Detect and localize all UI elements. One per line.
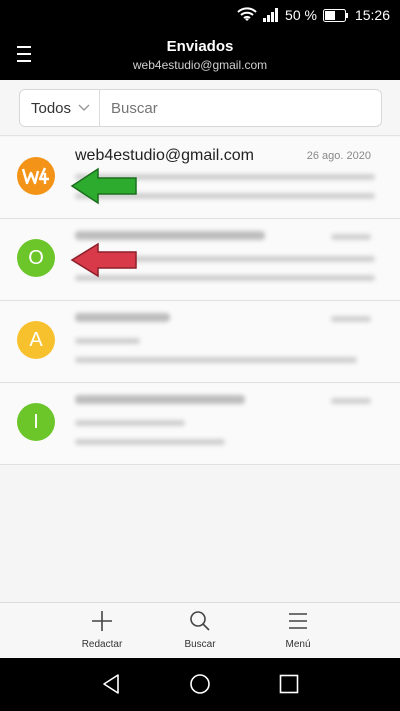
search-icon (190, 611, 210, 631)
compose-label: Redactar (81, 639, 123, 650)
list-item[interactable]: I (0, 383, 400, 465)
avatar: I (17, 403, 55, 441)
search-input[interactable] (100, 90, 381, 126)
home-icon[interactable] (189, 673, 211, 695)
clock: 15:26 (354, 7, 390, 23)
avatar: O (17, 239, 55, 277)
avatar (17, 157, 55, 195)
recent-apps-icon[interactable] (279, 673, 299, 695)
status-bar: 50 % 15:26 (0, 0, 400, 30)
hamburger-icon (289, 613, 307, 629)
avatar: A (17, 321, 55, 359)
back-icon[interactable] (100, 673, 122, 695)
blurred-date (331, 398, 371, 404)
blurred-sender (75, 231, 265, 240)
blurred-subject (75, 420, 185, 426)
battery-icon (322, 8, 349, 22)
blurred-date (331, 316, 371, 322)
compose-button[interactable]: Redactar (62, 609, 142, 650)
list-item[interactable]: O (0, 219, 400, 301)
menu-button[interactable]: Menú (258, 609, 338, 650)
folder-title: Enviados (166, 38, 234, 55)
green-arrow-annotation (70, 167, 137, 205)
blurred-preview (75, 357, 357, 363)
search-button[interactable]: Buscar (160, 609, 240, 650)
sender: web4estudio@gmail.com (75, 147, 254, 164)
menu-label: Menú (285, 639, 311, 650)
filter-label: Todos (31, 99, 72, 117)
w4-logo-icon (21, 167, 49, 185)
search-label: Buscar (184, 639, 216, 650)
battery-percent: 50 % (285, 7, 317, 23)
bottom-toolbar: Redactar Buscar Menú (0, 602, 400, 658)
search-box: Todos (19, 89, 382, 127)
blurred-subject (75, 338, 140, 344)
signal-icon (263, 8, 279, 22)
blurred-date (331, 234, 371, 240)
plus-icon (92, 611, 112, 631)
date: 26 ago. 2020 (306, 150, 371, 162)
blurred-sender (75, 395, 245, 404)
wifi-icon (237, 7, 257, 21)
account-email: web4estudio@gmail.com (132, 58, 268, 72)
filter-dropdown[interactable]: Todos (20, 90, 100, 126)
blurred-preview (75, 439, 225, 445)
app-header: Enviados web4estudio@gmail.com (0, 30, 400, 80)
list-item[interactable]: web4estudio@gmail.com 26 ago. 2020 (0, 137, 400, 219)
email-app-screen: 50 % 15:26 Enviados web4estudio@gmail.co… (0, 0, 400, 711)
android-nav-bar (0, 658, 400, 711)
chevron-down-icon (78, 104, 90, 111)
search-area: Todos (0, 80, 400, 136)
message-list: web4estudio@gmail.com 26 ago. 2020 O A I (0, 137, 400, 465)
list-item[interactable]: A (0, 301, 400, 383)
blurred-sender (75, 313, 170, 322)
red-arrow-annotation (70, 242, 137, 278)
